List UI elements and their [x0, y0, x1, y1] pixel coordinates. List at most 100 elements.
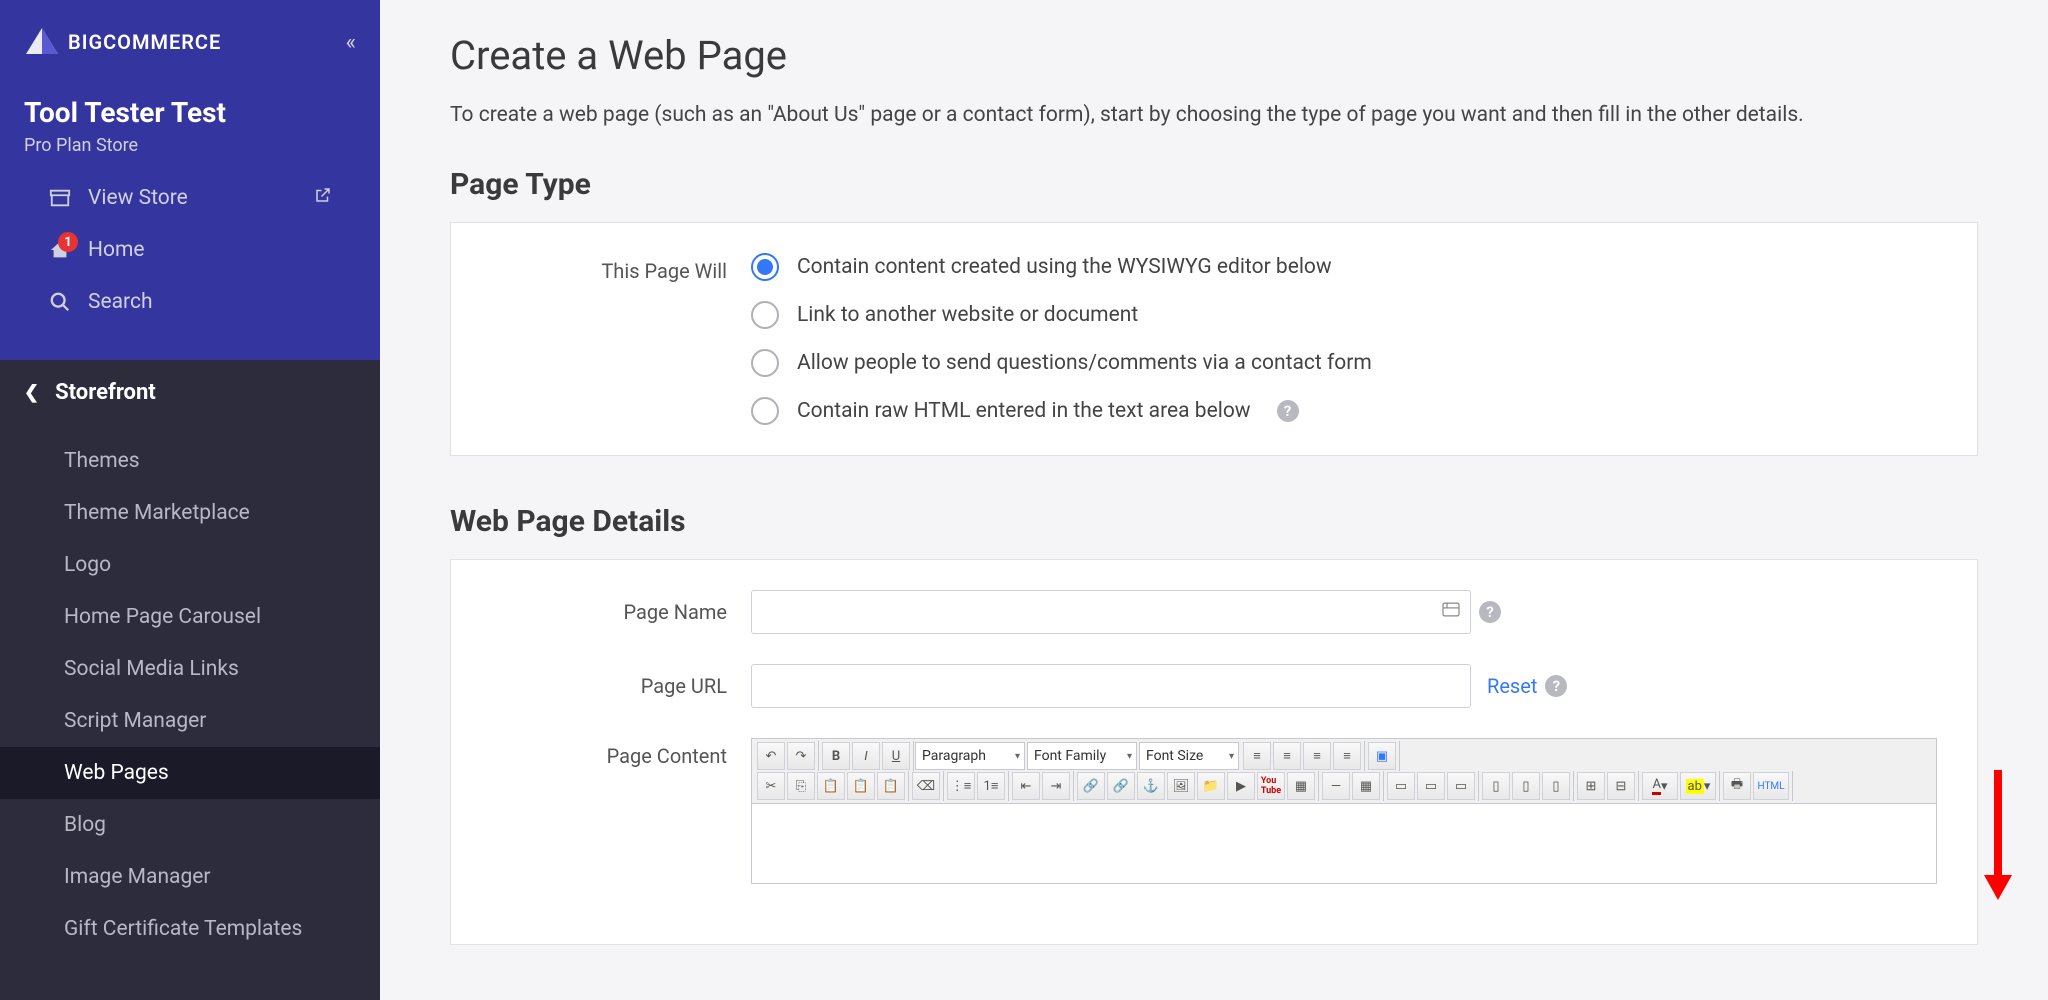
row-after-button[interactable]: ▭: [1417, 772, 1445, 800]
external-link-icon: [314, 186, 332, 210]
align-center-button[interactable]: ≡: [1273, 742, 1301, 770]
home-badge: 1: [58, 232, 78, 252]
home-icon: 1: [48, 238, 72, 262]
view-store-link[interactable]: View Store: [24, 172, 356, 224]
brand-name: BIGCOMMERCE: [68, 30, 221, 54]
radio-label: Allow people to send questions/comments …: [797, 351, 1372, 375]
page-type-radio-3[interactable]: Contain raw HTML entered in the text are…: [751, 397, 1937, 425]
sidebar-item-logo[interactable]: Logo: [0, 539, 380, 591]
font-size-select[interactable]: Font Size: [1139, 742, 1239, 770]
merge-cells-button[interactable]: ⊞: [1577, 772, 1605, 800]
help-icon[interactable]: ?: [1545, 675, 1567, 697]
brand-logo[interactable]: BIGCOMMERCE: [24, 24, 221, 60]
store-plan: Pro Plan Store: [24, 135, 356, 156]
paste-word-button[interactable]: 📋: [877, 772, 905, 800]
top-nav: View Store 1 Home: [24, 156, 356, 328]
page-title: Create a Web Page: [450, 32, 1978, 79]
fullscreen-button[interactable]: ▣: [1368, 742, 1396, 770]
print-button[interactable]: 🖶: [1723, 772, 1751, 800]
media-button[interactable]: ▶: [1227, 772, 1255, 800]
sidebar-item-themes[interactable]: Themes: [0, 435, 380, 487]
col-after-button[interactable]: ▯: [1512, 772, 1540, 800]
sidebar-item-gift-certificate-templates[interactable]: Gift Certificate Templates: [0, 903, 380, 955]
radio-icon: [751, 349, 779, 377]
youtube-button[interactable]: YouTube: [1257, 772, 1285, 800]
number-list-button[interactable]: 1≡: [977, 772, 1005, 800]
page-type-radio-1[interactable]: Link to another website or document: [751, 301, 1937, 329]
paste-button[interactable]: 📋: [817, 772, 845, 800]
wysiwyg-toolbar: ↶ ↷ B I U Paragraph Font Family Font Siz…: [751, 738, 1937, 804]
logo-row: BIGCOMMERCE «: [24, 24, 356, 60]
undo-button[interactable]: ↶: [757, 742, 785, 770]
paste-text-button[interactable]: 📋: [847, 772, 875, 800]
sidebar-item-image-manager[interactable]: Image Manager: [0, 851, 380, 903]
home-link[interactable]: 1 Home: [24, 224, 356, 276]
align-justify-button[interactable]: ≡: [1333, 742, 1361, 770]
radio-icon: [751, 253, 779, 281]
html-button[interactable]: HTML: [1753, 772, 1789, 800]
page-type-radio-2[interactable]: Allow people to send questions/comments …: [751, 349, 1937, 377]
search-link[interactable]: Search: [24, 276, 356, 328]
sidebar-item-social-media-links[interactable]: Social Media Links: [0, 643, 380, 695]
cut-button[interactable]: ✂: [757, 772, 785, 800]
indent-button[interactable]: ⇥: [1042, 772, 1070, 800]
page-url-label: Page URL: [491, 674, 751, 698]
sidebar-nav-list: ThemesTheme MarketplaceLogoHome Page Car…: [0, 425, 380, 955]
sidebar-nav: ❮ Storefront ThemesTheme MarketplaceLogo…: [0, 360, 380, 1000]
page-url-input[interactable]: [751, 664, 1471, 708]
sidebar-item-home-page-carousel[interactable]: Home Page Carousel: [0, 591, 380, 643]
help-icon[interactable]: ?: [1479, 601, 1501, 623]
page-type-label: This Page Will: [491, 253, 751, 283]
outdent-button[interactable]: ⇤: [1012, 772, 1040, 800]
help-icon[interactable]: ?: [1277, 400, 1299, 422]
radio-icon: [751, 301, 779, 329]
col-before-button[interactable]: ▯: [1482, 772, 1510, 800]
page-name-input[interactable]: [751, 590, 1471, 634]
logo-mark-icon: [24, 24, 60, 60]
link-button[interactable]: 🔗: [1077, 772, 1105, 800]
radio-icon: [751, 397, 779, 425]
sidebar-item-script-manager[interactable]: Script Manager: [0, 695, 380, 747]
italic-button[interactable]: I: [852, 742, 880, 770]
bold-button[interactable]: B: [822, 742, 850, 770]
web-page-details-panel: Page Name ? Page URL Reset ? Page Conten…: [450, 559, 1978, 945]
radio-label: Link to another website or document: [797, 303, 1138, 327]
store-name: Tool Tester Test: [24, 96, 356, 129]
reset-link[interactable]: Reset: [1487, 674, 1537, 698]
bullet-list-button[interactable]: ⋮≡: [947, 772, 975, 800]
sidebar-item-theme-marketplace[interactable]: Theme Marketplace: [0, 487, 380, 539]
split-cells-button[interactable]: ⊟: [1607, 772, 1635, 800]
font-family-select[interactable]: Font Family: [1027, 742, 1137, 770]
page-type-radio-0[interactable]: Contain content created using the WYSIWY…: [751, 253, 1937, 281]
sidebar-item-blog[interactable]: Blog: [0, 799, 380, 851]
search-label: Search: [88, 290, 153, 314]
anchor-button[interactable]: ⚓: [1137, 772, 1165, 800]
align-right-button[interactable]: ≡: [1303, 742, 1331, 770]
embed-button[interactable]: ▦: [1287, 772, 1315, 800]
translate-icon[interactable]: [1441, 602, 1461, 623]
main-content: Create a Web Page To create a web page (…: [380, 0, 2048, 1000]
underline-button[interactable]: U: [882, 742, 910, 770]
collapse-sidebar-icon[interactable]: «: [346, 30, 356, 55]
delete-col-button[interactable]: ▯: [1542, 772, 1570, 800]
wysiwyg-editor[interactable]: [751, 804, 1937, 884]
image-button[interactable]: 🖼: [1167, 772, 1195, 800]
unlink-button[interactable]: 🔗: [1107, 772, 1135, 800]
text-color-button[interactable]: A ▾: [1642, 772, 1678, 800]
row-before-button[interactable]: ▭: [1387, 772, 1415, 800]
format-select[interactable]: Paragraph: [915, 742, 1025, 770]
file-button[interactable]: 📁: [1197, 772, 1225, 800]
copy-button[interactable]: ⎘: [787, 772, 815, 800]
align-left-button[interactable]: ≡: [1243, 742, 1271, 770]
page-type-radio-group: Contain content created using the WYSIWY…: [751, 253, 1937, 425]
remove-format-button[interactable]: ⌫: [912, 772, 940, 800]
sidebar-back-storefront[interactable]: ❮ Storefront: [0, 360, 380, 425]
redo-button[interactable]: ↷: [787, 742, 815, 770]
sidebar-item-web-pages[interactable]: Web Pages: [0, 747, 380, 799]
hr-button[interactable]: —: [1322, 772, 1350, 800]
red-arrow-annotation: [1978, 760, 2018, 904]
delete-row-button[interactable]: ▭: [1447, 772, 1475, 800]
bg-color-button[interactable]: ab ▾: [1680, 772, 1716, 800]
table-button[interactable]: ▦: [1352, 772, 1380, 800]
sidebar: BIGCOMMERCE « Tool Tester Test Pro Plan …: [0, 0, 380, 1000]
